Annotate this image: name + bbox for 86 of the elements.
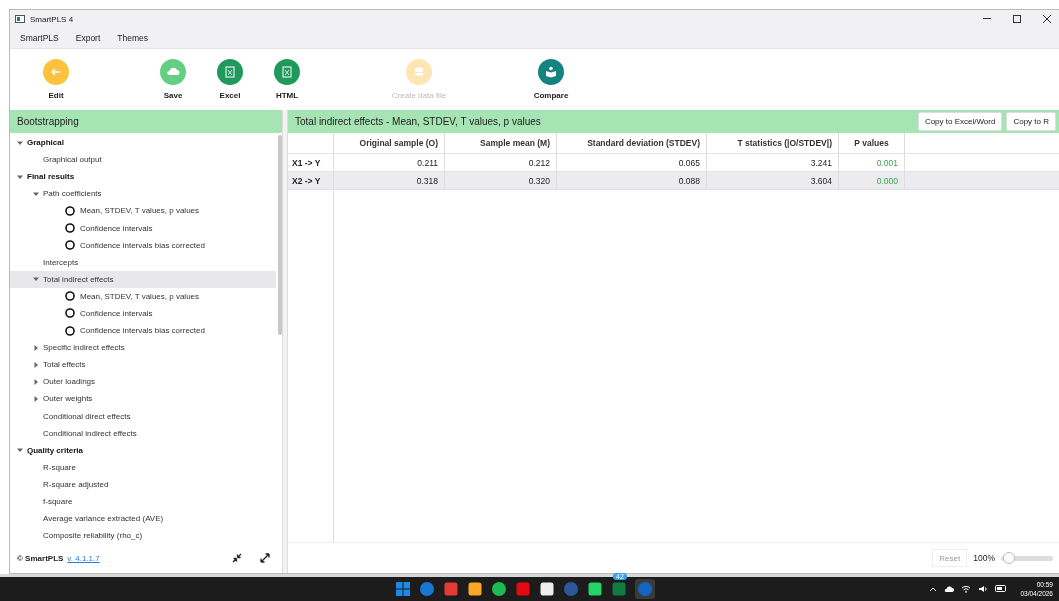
- column-header: P values: [839, 133, 905, 153]
- tree-item[interactable]: Confidence intervals bias corrected: [10, 236, 276, 254]
- menu-item[interactable]: Export: [75, 33, 101, 43]
- tree-item[interactable]: Total indirect effects: [10, 270, 276, 288]
- app-icon[interactable]: [491, 580, 507, 597]
- tree-item[interactable]: Confidence intervals: [10, 304, 276, 323]
- maximize-icon[interactable]: [1013, 15, 1021, 23]
- start-icon[interactable]: [395, 580, 411, 597]
- column-header: Sample mean (M): [445, 133, 557, 153]
- table-cell: 3.241: [707, 154, 839, 171]
- radio-icon[interactable]: [65, 205, 75, 216]
- toolbar-button[interactable]: Edit: [36, 59, 76, 100]
- tree-item[interactable]: Mean, STDEV, T values, p values: [10, 202, 276, 220]
- table-cell: 0.088: [557, 172, 707, 189]
- table-cell: 0.001: [839, 154, 905, 171]
- tree-item[interactable]: f-square: [10, 492, 276, 511]
- version-link[interactable]: v. 4.1.1.7: [67, 553, 100, 563]
- tree-item[interactable]: Confidence intervals bias corrected: [10, 322, 276, 340]
- table-cell: 0.212: [445, 154, 557, 171]
- radio-icon[interactable]: [65, 223, 75, 233]
- tree-item[interactable]: R-square adjusted: [10, 475, 276, 493]
- tree-item[interactable]: Intercepts: [10, 253, 276, 271]
- column-header: T statistics (|O/STDEV|): [707, 133, 839, 153]
- expand-icon[interactable]: [260, 553, 270, 563]
- tree-item[interactable]: Outer loadings: [10, 373, 276, 391]
- menu-item[interactable]: SmartPLS: [20, 33, 59, 43]
- tree-item[interactable]: Composite reliability (rho_c): [10, 527, 276, 543]
- row-header: X2 -> Y: [288, 172, 334, 189]
- radio-icon[interactable]: [65, 240, 75, 251]
- tree-item[interactable]: Final results: [10, 168, 276, 186]
- menu-item[interactable]: Themes: [117, 33, 149, 43]
- table-cell: 0.065: [557, 154, 707, 171]
- speaker-icon[interactable]: [978, 584, 989, 593]
- expander-icon[interactable]: [32, 343, 40, 352]
- zoom-slider[interactable]: [1001, 555, 1053, 561]
- wifi-icon[interactable]: [961, 584, 972, 593]
- cloud-icon[interactable]: [944, 584, 955, 593]
- radio-icon[interactable]: [65, 325, 75, 336]
- app-icon: [15, 15, 25, 23]
- copy-button[interactable]: Copy to Excel/Word: [917, 112, 1003, 131]
- radio-icon[interactable]: [65, 308, 75, 319]
- table-cell: 3.604: [707, 172, 839, 189]
- close-icon[interactable]: [1043, 15, 1051, 23]
- toolbar-button[interactable]: Compare: [531, 59, 571, 100]
- chevron-up-icon[interactable]: [929, 585, 938, 592]
- app-icon[interactable]: [587, 580, 603, 597]
- tree-item[interactable]: Confidence intervals: [10, 219, 276, 237]
- radio-icon[interactable]: [65, 291, 75, 302]
- tree-item[interactable]: Quality criteria: [10, 441, 276, 459]
- tree-item[interactable]: R-square: [10, 458, 276, 476]
- zoom-level-text: 100%: [973, 553, 995, 563]
- tree-item[interactable]: Conditional direct effects: [10, 407, 276, 425]
- row-header: X1 -> Y: [288, 154, 334, 171]
- tree-item[interactable]: Total effects: [10, 356, 276, 374]
- tree-item[interactable]: Graphical: [10, 134, 276, 152]
- column-header: Standard deviation (STDEV): [557, 133, 707, 153]
- tree-item[interactable]: Outer weights: [10, 390, 276, 408]
- tree-item[interactable]: Mean, STDEV, T values, p values: [10, 287, 276, 305]
- expander-icon[interactable]: [32, 394, 40, 403]
- column-header: Original sample (O): [334, 133, 445, 153]
- tree-item[interactable]: Path coefficients: [10, 185, 276, 203]
- scrollbar[interactable]: [278, 135, 282, 335]
- panel-title: Total indirect effects - Mean, STDEV, T values, p values: [295, 116, 542, 127]
- tree-item[interactable]: Specific indirect effects: [10, 339, 276, 357]
- table-cell: 0.320: [445, 172, 557, 189]
- expander-icon[interactable]: [32, 377, 40, 386]
- copyright-text: © SmartPLS: [17, 553, 64, 563]
- expander-icon[interactable]: [32, 360, 40, 369]
- window-title: SmartPLS 4: [30, 14, 74, 24]
- slider-thumb[interactable]: [1003, 551, 1016, 564]
- table-cell: 0.318: [334, 172, 445, 189]
- toolbar-button[interactable]: Excel: [210, 59, 250, 100]
- tree-item[interactable]: Graphical output: [10, 151, 276, 169]
- table-cell: 0.000: [839, 172, 905, 189]
- app-icon[interactable]: [539, 580, 555, 597]
- table-cell: 0.211: [334, 154, 445, 171]
- copy-button[interactable]: Copy to R: [1006, 112, 1056, 131]
- app-icon[interactable]: [467, 580, 483, 597]
- battery-icon[interactable]: [995, 585, 1008, 593]
- collapse-icon[interactable]: [232, 553, 242, 563]
- tree-item[interactable]: Conditional indirect effects: [10, 424, 276, 442]
- toolbar-button[interactable]: HTML: [267, 59, 307, 100]
- tree-item[interactable]: Average variance extracted (AVE): [10, 510, 276, 528]
- toolbar-button[interactable]: Save: [153, 59, 193, 100]
- minimize-icon[interactable]: [983, 18, 991, 20]
- panel-title: Bootstrapping: [17, 116, 79, 127]
